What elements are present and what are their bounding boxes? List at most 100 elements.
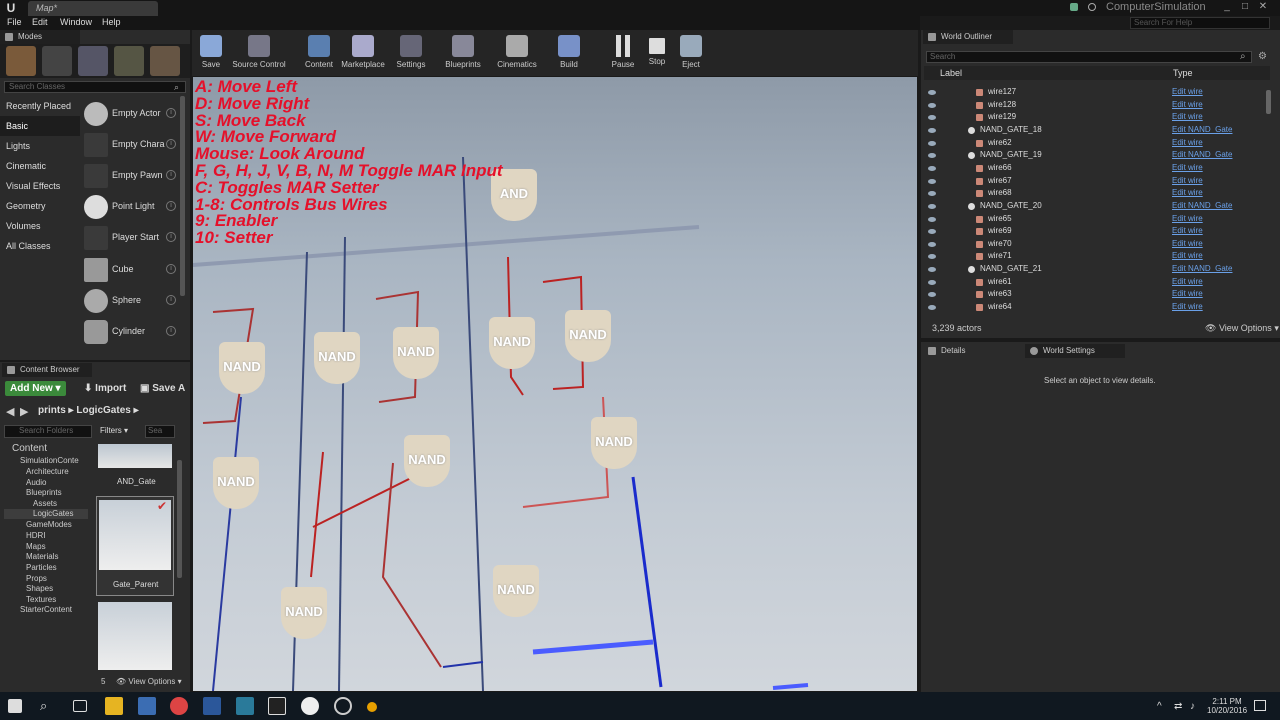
category-lights[interactable]: Lights xyxy=(0,136,80,156)
outliner-row-type-link[interactable]: Edit NAND_Gate xyxy=(1172,149,1232,162)
outliner-row-wire[interactable]: wire63 Edit wire xyxy=(924,288,1270,301)
world-settings-tab[interactable]: World Settings xyxy=(1025,344,1125,358)
tree-shapes[interactable]: Shapes xyxy=(26,584,53,593)
menu-file[interactable]: File xyxy=(7,17,22,27)
search-classes-input[interactable]: Search Classes xyxy=(4,81,186,93)
cinematics-button[interactable]: Cinematics xyxy=(495,32,539,74)
outliner-row-type-link[interactable]: Edit NAND_Gate xyxy=(1172,124,1232,137)
nand-gate[interactable]: NAND xyxy=(219,342,265,394)
content-button[interactable]: Content xyxy=(297,32,341,74)
visibility-eye-icon[interactable] xyxy=(928,229,936,235)
world-outliner-tab[interactable]: World Outliner xyxy=(923,30,1013,44)
breadcrumb-item[interactable]: LogicGates xyxy=(76,405,130,416)
outliner-row-type-link[interactable]: Edit wire xyxy=(1172,213,1203,226)
visibility-eye-icon[interactable] xyxy=(928,305,936,311)
maximize-icon[interactable]: □ xyxy=(1238,0,1252,14)
outliner-row-type-link[interactable]: Edit wire xyxy=(1172,175,1203,188)
close-icon[interactable]: ✕ xyxy=(1256,0,1270,14)
nand-gate[interactable]: NAND xyxy=(404,435,450,487)
actor-sphere[interactable]: Sphere i xyxy=(82,285,182,315)
outliner-row-wire[interactable]: wire62 Edit wire xyxy=(924,137,1270,150)
category-cinematic[interactable]: Cinematic xyxy=(0,156,80,176)
help-search-input[interactable]: Search For Help xyxy=(1130,17,1270,29)
outliner-row-type-link[interactable]: Edit wire xyxy=(1172,86,1203,99)
nand-gate[interactable]: NAND xyxy=(314,332,360,384)
outliner-row-type-link[interactable]: Edit NAND_Gate xyxy=(1172,263,1232,276)
tree-particles[interactable]: Particles xyxy=(26,563,57,572)
tree-logic-gates[interactable]: LogicGates xyxy=(33,509,73,518)
minimize-icon[interactable]: _ xyxy=(1220,0,1234,14)
tree-assets[interactable]: Assets xyxy=(33,499,57,508)
tree-hdri[interactable]: HDRI xyxy=(26,531,46,540)
visibility-eye-icon[interactable] xyxy=(928,191,936,197)
actor-cube[interactable]: Cube i xyxy=(82,254,182,284)
tree-materials[interactable]: Materials xyxy=(26,552,58,561)
modes-tab[interactable]: Modes xyxy=(0,30,80,44)
unreal-editor-icon[interactable] xyxy=(301,697,319,715)
outliner-row-wire[interactable]: wire69 Edit wire xyxy=(924,225,1270,238)
outliner-scrollbar[interactable] xyxy=(1266,90,1271,114)
outliner-row-type-link[interactable]: Edit wire xyxy=(1172,301,1203,314)
app-icon[interactable] xyxy=(334,697,352,715)
tree-props[interactable]: Props xyxy=(26,574,47,583)
visibility-eye-icon[interactable] xyxy=(928,292,936,298)
outliner-row-wire[interactable]: wire65 Edit wire xyxy=(924,213,1270,226)
category-visual-effects[interactable]: Visual Effects xyxy=(0,176,80,196)
blueprints-button[interactable]: Blueprints xyxy=(441,32,485,74)
asset-thumbnail-and-gate[interactable] xyxy=(98,444,172,468)
notification-icon[interactable] xyxy=(1070,3,1078,11)
app-icon[interactable] xyxy=(367,702,377,712)
outliner-row-wire[interactable]: wire127 Edit wire xyxy=(924,86,1270,99)
visibility-eye-icon[interactable] xyxy=(928,90,936,95)
visibility-eye-icon[interactable] xyxy=(928,140,936,146)
info-icon[interactable]: i xyxy=(166,295,176,305)
view-options-button[interactable]: 👁 View Options ▾ xyxy=(116,677,182,686)
outliner-row-type-link[interactable]: Edit wire xyxy=(1172,187,1203,200)
outliner-row-wire[interactable]: wire70 Edit wire xyxy=(924,238,1270,251)
menu-help[interactable]: Help xyxy=(102,17,121,27)
epic-launcher-icon[interactable] xyxy=(268,697,286,715)
source-control-icon[interactable] xyxy=(1088,3,1096,11)
visibility-eye-icon[interactable] xyxy=(928,203,936,209)
outliner-row-type-link[interactable]: Edit wire xyxy=(1172,250,1203,263)
outliner-row-type-link[interactable]: Edit wire xyxy=(1172,137,1203,150)
visibility-eye-icon[interactable] xyxy=(928,165,936,171)
content-browser-tab[interactable]: Content Browser xyxy=(2,363,92,377)
outliner-row-gate[interactable]: NAND_GATE_20 Edit NAND_Gate xyxy=(924,200,1270,213)
app-icon[interactable] xyxy=(138,697,156,715)
column-header-type[interactable]: Type xyxy=(1173,68,1193,78)
action-center-icon[interactable] xyxy=(1254,700,1266,711)
tree-starter-content[interactable]: StarterContent xyxy=(20,605,72,614)
outliner-row-wire[interactable]: wire64 Edit wire xyxy=(924,301,1270,314)
marketplace-button[interactable]: Marketplace xyxy=(341,32,385,74)
paint-mode-icon[interactable] xyxy=(42,46,72,76)
tree-audio[interactable]: Audio xyxy=(26,478,46,487)
visibility-eye-icon[interactable] xyxy=(928,267,936,273)
nand-gate[interactable]: NAND xyxy=(281,587,327,639)
details-tab[interactable]: Details xyxy=(923,344,1023,358)
asset-scrollbar[interactable] xyxy=(177,460,182,578)
search-folders-input[interactable]: Search Folders xyxy=(4,425,92,438)
tree-game-modes[interactable]: GameModes xyxy=(26,520,72,529)
outliner-row-gate[interactable]: NAND_GATE_21 Edit NAND_Gate xyxy=(924,263,1270,276)
nand-gate[interactable]: NAND xyxy=(489,317,535,369)
search-assets-input[interactable]: Sea xyxy=(145,425,175,438)
category-geometry[interactable]: Geometry xyxy=(0,196,80,216)
network-icon[interactable]: ⇄ xyxy=(1174,701,1182,712)
tree-blueprints[interactable]: Blueprints xyxy=(26,488,62,497)
windows-start-icon[interactable] xyxy=(8,699,22,713)
tree-content[interactable]: Content xyxy=(12,443,47,454)
outliner-row-wire[interactable]: wire66 Edit wire xyxy=(924,162,1270,175)
source-control-button[interactable]: Source Control xyxy=(231,32,287,74)
tree-textures[interactable]: Textures xyxy=(26,595,56,604)
tree-architecture[interactable]: Architecture xyxy=(26,467,69,476)
actor-cylinder[interactable]: Cylinder i xyxy=(82,316,182,346)
geometry-mode-icon[interactable] xyxy=(150,46,180,76)
outliner-row-type-link[interactable]: Edit wire xyxy=(1172,225,1203,238)
back-icon[interactable]: ◀ xyxy=(6,405,14,418)
visibility-eye-icon[interactable] xyxy=(928,127,936,133)
category-all-classes[interactable]: All Classes xyxy=(0,236,80,256)
visibility-eye-icon[interactable] xyxy=(928,153,936,159)
eject-button[interactable]: Eject xyxy=(669,32,713,74)
place-mode-icon[interactable] xyxy=(6,46,36,76)
